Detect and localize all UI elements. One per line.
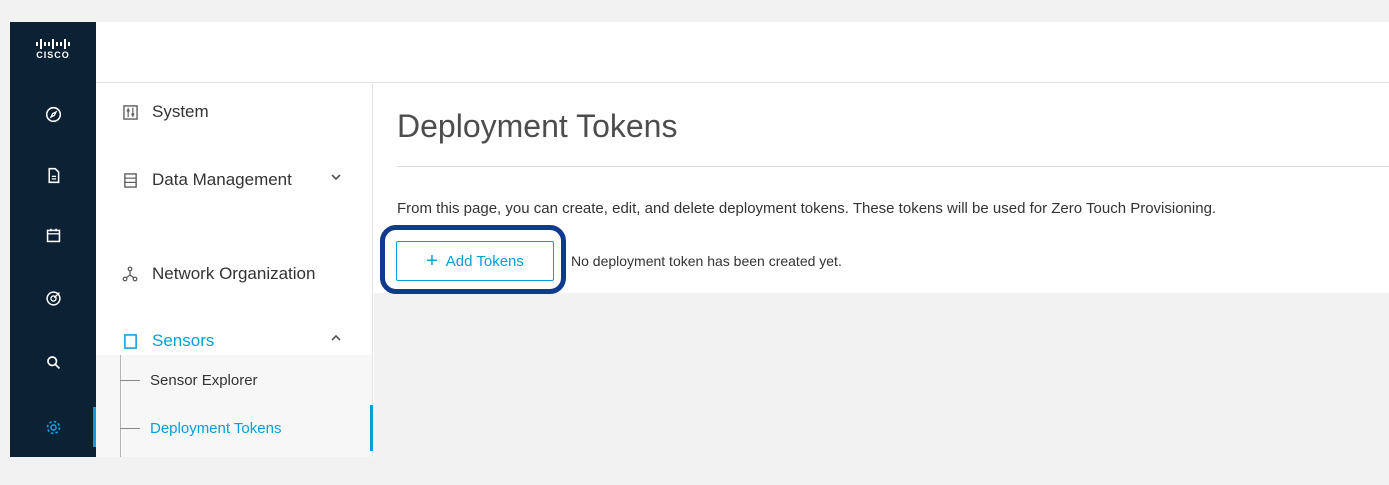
document-icon bbox=[47, 167, 59, 183]
sensors-submenu: Sensor Explorer Deployment Tokens bbox=[96, 355, 373, 457]
sidebar-subitem-sensor-explorer[interactable]: Sensor Explorer bbox=[120, 357, 372, 403]
app-window: CISCO System Data Management Network Org… bbox=[10, 22, 1389, 457]
top-header bbox=[96, 22, 1389, 83]
network-icon bbox=[122, 266, 138, 282]
tree-dash bbox=[120, 379, 140, 381]
icon-rail: CISCO bbox=[10, 22, 96, 457]
page-title: Deployment Tokens bbox=[397, 108, 678, 144]
sidebar-item-label: Data Management bbox=[152, 170, 292, 189]
tablet-icon bbox=[122, 333, 138, 349]
tree-dash bbox=[120, 427, 140, 429]
database-icon bbox=[122, 172, 138, 188]
sidebar-subitem-label: Deployment Tokens bbox=[150, 419, 282, 437]
sidebar-item-network-organization[interactable]: Network Organization bbox=[96, 246, 372, 302]
main-content: Deployment Tokens From this page, you ca… bbox=[374, 84, 1389, 457]
chevron-up-icon[interactable] bbox=[330, 332, 342, 344]
empty-state-message: No deployment token has been created yet… bbox=[571, 253, 842, 269]
calendar-icon bbox=[46, 228, 60, 242]
selected-indicator bbox=[370, 405, 373, 451]
sidebar-item-label: System bbox=[152, 102, 209, 121]
sidebar-subitem-deployment-tokens[interactable]: Deployment Tokens bbox=[120, 405, 373, 451]
cisco-logo[interactable]: CISCO bbox=[10, 22, 96, 74]
page-description: From this page, you can create, edit, an… bbox=[397, 200, 1217, 217]
sidebar-item-label: Network Organization bbox=[152, 264, 316, 283]
sidebar-item-data-management[interactable]: Data Management bbox=[96, 152, 372, 208]
rail-item-settings[interactable] bbox=[10, 407, 96, 447]
gear-icon bbox=[46, 420, 60, 434]
search-icon bbox=[46, 355, 60, 369]
add-tokens-label: Add Tokens bbox=[445, 252, 524, 270]
sliders-icon bbox=[122, 104, 138, 120]
rail-item-documents[interactable] bbox=[10, 155, 96, 195]
chevron-down-icon[interactable] bbox=[330, 171, 342, 183]
sidebar-subitem-label: Sensor Explorer bbox=[150, 371, 258, 389]
sidebar-item-system[interactable]: System bbox=[96, 84, 372, 140]
cisco-bars-icon bbox=[36, 38, 70, 49]
compass-icon bbox=[45, 106, 61, 122]
rail-item-calendar[interactable] bbox=[10, 215, 96, 255]
tokens-panel: Deployment Tokens From this page, you ca… bbox=[374, 84, 1389, 294]
logo-text: CISCO bbox=[36, 49, 70, 60]
title-divider bbox=[397, 166, 1389, 167]
settings-sidenav: System Data Management Network Organizat… bbox=[96, 84, 373, 457]
rail-item-dashboard[interactable] bbox=[10, 94, 96, 134]
sidebar-item-label: Sensors bbox=[152, 331, 215, 350]
rail-item-search[interactable] bbox=[10, 342, 96, 382]
plus-icon: + bbox=[426, 250, 438, 272]
add-tokens-button[interactable]: + Add Tokens bbox=[396, 241, 554, 281]
target-icon bbox=[45, 290, 61, 306]
rail-item-targets[interactable] bbox=[10, 278, 96, 318]
